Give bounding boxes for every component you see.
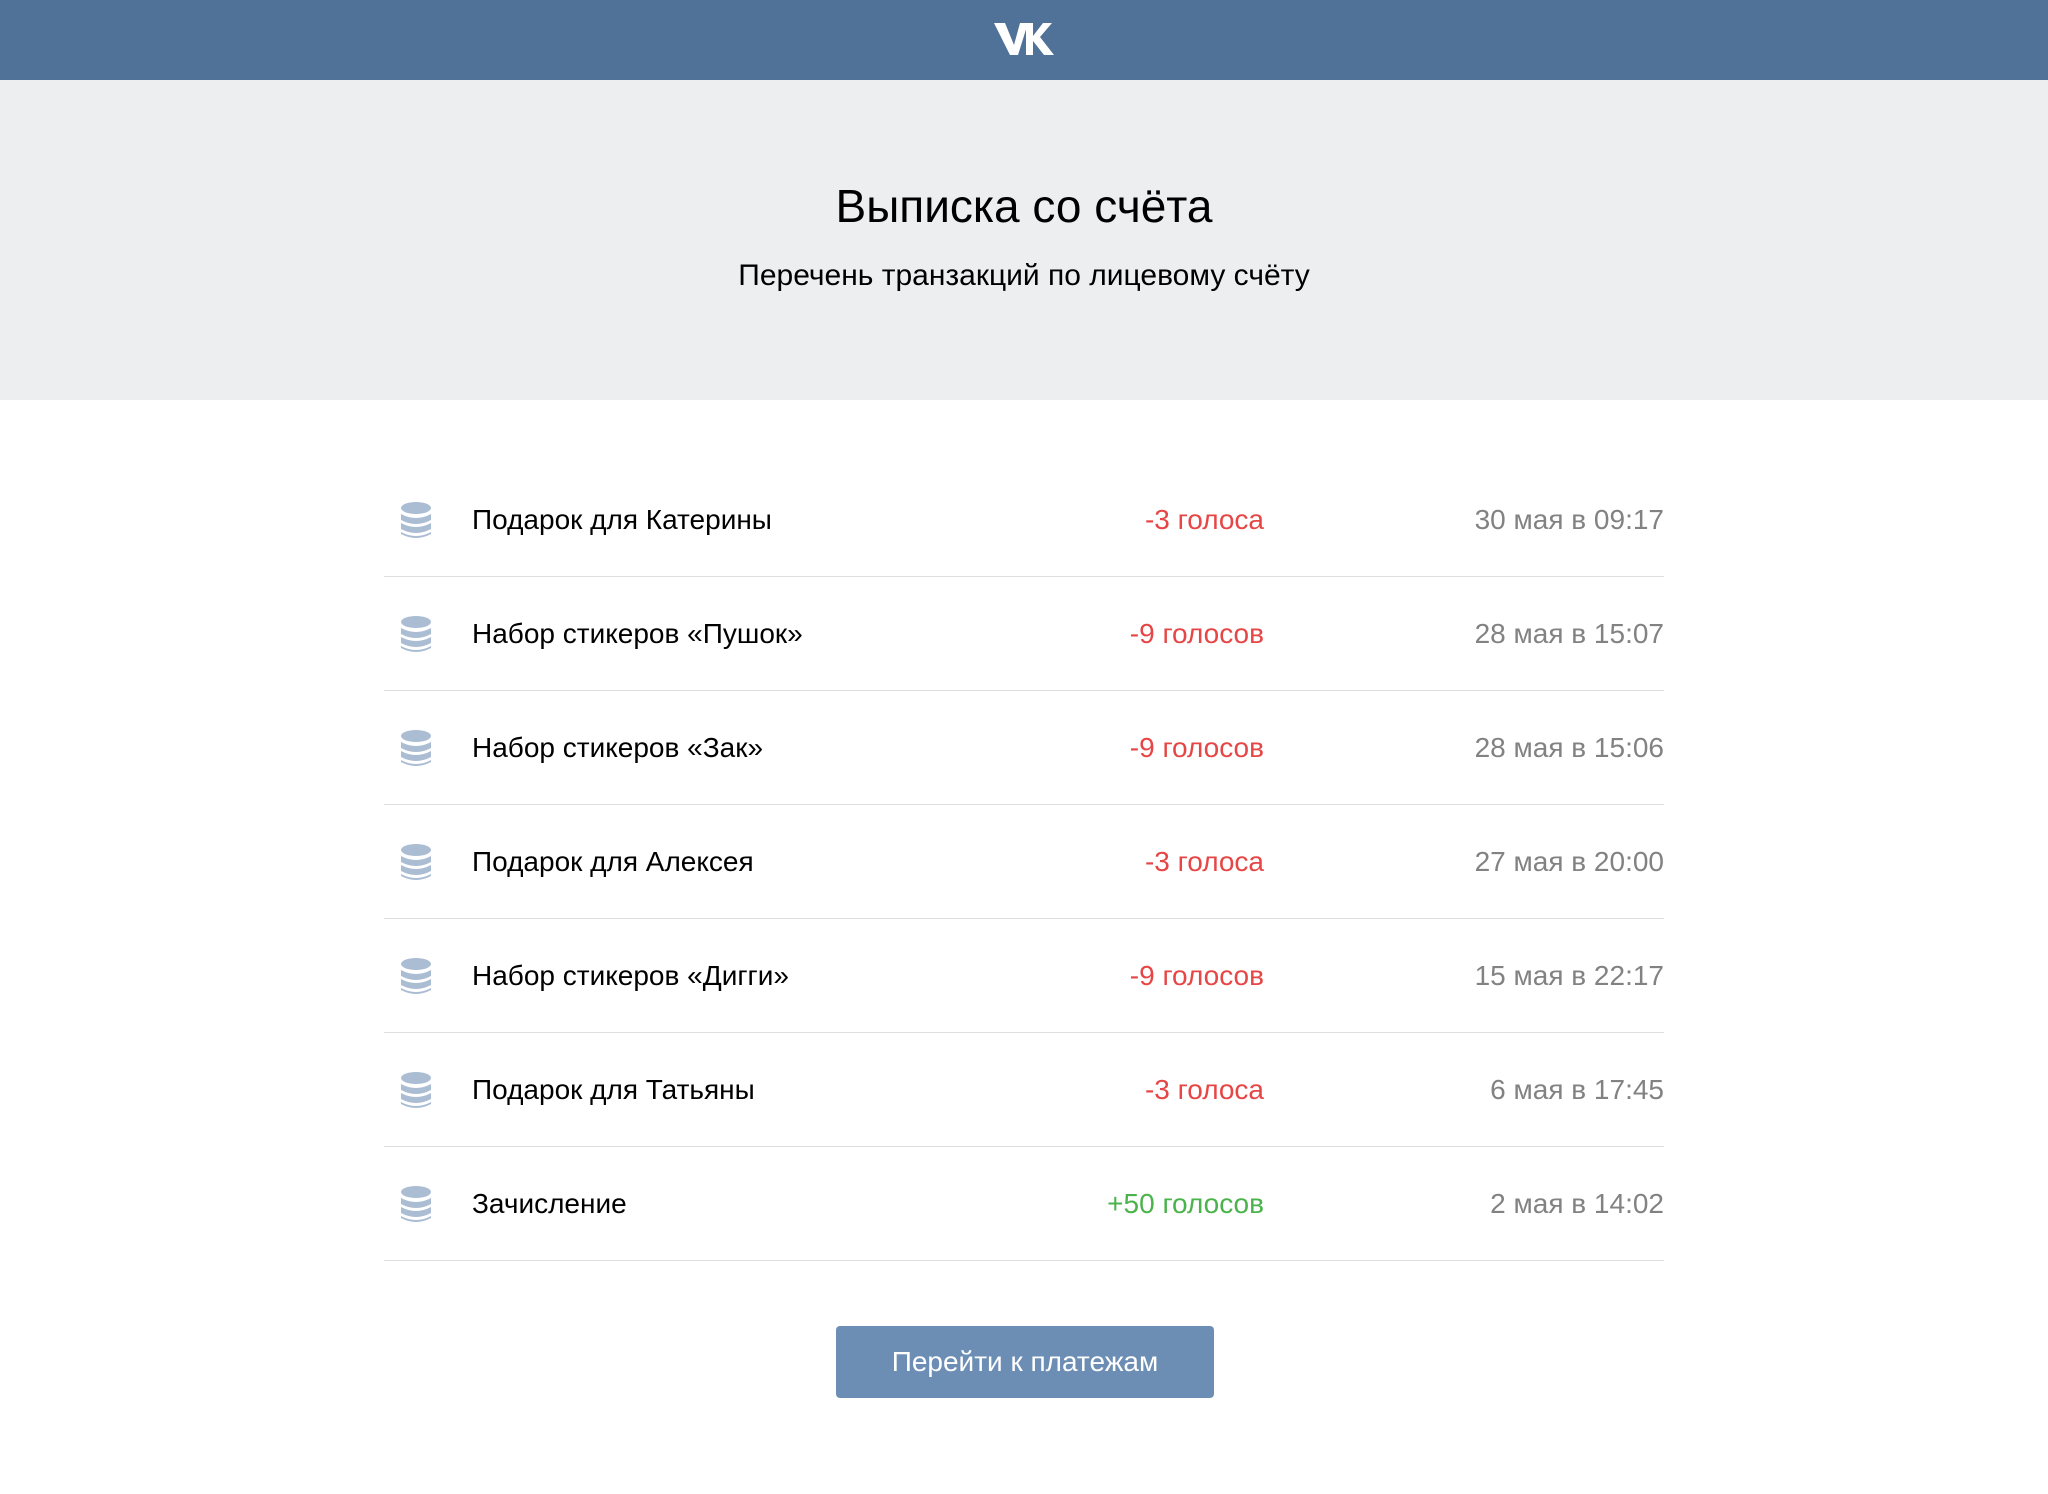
go-to-payments-button[interactable]: Перейти к платежам	[836, 1326, 1214, 1398]
transaction-row: Подарок для Татьяны -3 голоса 6 мая в 17…	[384, 1033, 1664, 1147]
transaction-row: Набор стикеров «Зак» -9 голосов 28 мая в…	[384, 691, 1664, 805]
transaction-name: Подарок для Татьяны	[472, 1074, 755, 1105]
transaction-row: Зачисление +50 голосов 2 мая в 14:02	[384, 1147, 1664, 1261]
transaction-date: 30 мая в 09:17	[1474, 504, 1664, 535]
transaction-name: Набор стикеров «Пушок»	[472, 618, 803, 649]
transaction-date: 27 мая в 20:00	[1474, 846, 1664, 877]
transaction-amount: -9 голосов	[1129, 618, 1264, 649]
top-bar	[0, 0, 2048, 80]
transaction-amount: -3 голоса	[1144, 846, 1264, 877]
page-title: Выписка со счёта	[835, 180, 1213, 232]
transaction-amount: -9 голосов	[1129, 960, 1264, 991]
transaction-date: 28 мая в 15:07	[1474, 618, 1664, 649]
transaction-row: Подарок для Катерины -3 голоса 30 мая в …	[384, 463, 1664, 577]
transaction-row: Набор стикеров «Дигги» -9 голосов 15 мая…	[384, 919, 1664, 1033]
transaction-name: Зачисление	[472, 1188, 627, 1219]
transaction-date: 15 мая в 22:17	[1474, 960, 1664, 991]
transaction-date: 2 мая в 14:02	[1490, 1188, 1664, 1219]
page-subtitle: Перечень транзакций по лицевому счёту	[738, 259, 1310, 292]
transaction-name: Подарок для Катерины	[472, 504, 772, 535]
transaction-list: Подарок для Катерины -3 голоса 30 мая в …	[384, 463, 1664, 1261]
transaction-name: Набор стикеров «Зак»	[472, 732, 764, 763]
vk-logo-icon[interactable]	[992, 17, 1056, 59]
transaction-date: 6 мая в 17:45	[1490, 1074, 1664, 1105]
coins-icon	[401, 958, 431, 994]
coins-icon	[401, 1186, 431, 1222]
coins-icon	[401, 1072, 431, 1108]
transaction-amount: +50 голосов	[1107, 1188, 1264, 1219]
coins-icon	[401, 730, 431, 766]
coins-icon	[401, 616, 431, 652]
transaction-amount: -3 голоса	[1144, 504, 1264, 535]
statement-header: Выписка со счёта Перечень транзакций по …	[0, 80, 2048, 400]
coins-icon	[401, 502, 431, 538]
transaction-name: Набор стикеров «Дигги»	[472, 960, 789, 991]
transaction-amount: -9 голосов	[1129, 732, 1264, 763]
transaction-amount: -3 голоса	[1144, 1074, 1264, 1105]
transaction-row: Подарок для Алексея -3 голоса 27 мая в 2…	[384, 805, 1664, 919]
transaction-row: Набор стикеров «Пушок» -9 голосов 28 мая…	[384, 577, 1664, 691]
transaction-name: Подарок для Алексея	[472, 846, 754, 877]
transaction-date: 28 мая в 15:06	[1474, 732, 1664, 763]
coins-icon	[401, 844, 431, 880]
